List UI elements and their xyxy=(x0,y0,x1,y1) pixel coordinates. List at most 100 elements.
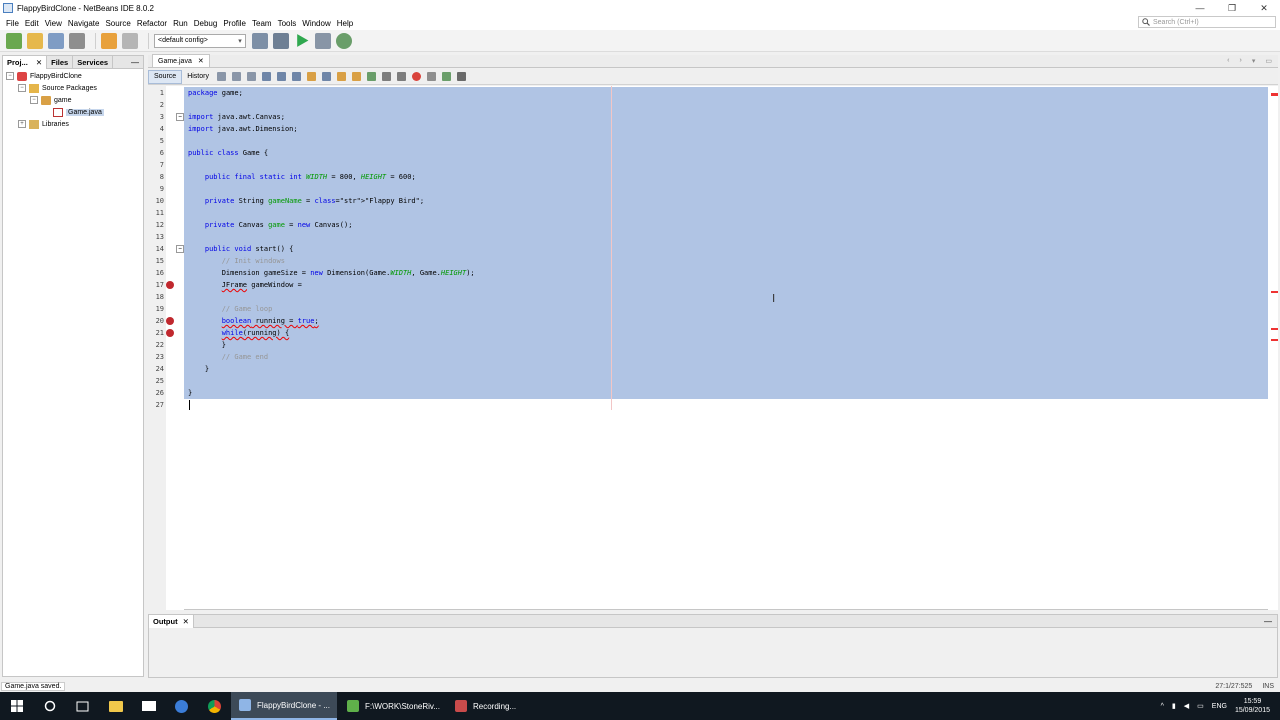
code-line[interactable]: 24 } xyxy=(148,363,1278,375)
taskbar-app-notepad[interactable]: F:\WORK\StoneRiv... xyxy=(339,692,445,720)
error-icon[interactable] xyxy=(166,329,174,337)
menu-debug[interactable]: Debug xyxy=(191,19,221,28)
code-line[interactable]: 18 xyxy=(148,291,1278,303)
file-explorer-icon[interactable] xyxy=(99,692,132,720)
toggle-rectangular-selection-icon[interactable] xyxy=(321,72,331,81)
uncomment-icon[interactable] xyxy=(456,72,466,81)
toggle-bookmark-icon[interactable] xyxy=(366,72,376,81)
code-line[interactable]: 1 package game; xyxy=(148,87,1278,99)
menu-help[interactable]: Help xyxy=(334,19,356,28)
tree-item-project[interactable]: − FlappyBirdClone xyxy=(3,70,143,82)
windows-start-icon[interactable] xyxy=(0,692,33,720)
configuration-select[interactable]: <default config> ▾ xyxy=(154,33,246,48)
code-line[interactable]: 10 private String gameName = class="str"… xyxy=(148,195,1278,207)
menu-navigate[interactable]: Navigate xyxy=(65,19,103,28)
tab-projects[interactable]: Proj... ✕ xyxy=(3,55,48,69)
tree-item-source-packages[interactable]: − Source Packages xyxy=(3,82,143,94)
start-macro-recording-icon[interactable] xyxy=(411,72,421,81)
undo-icon[interactable] xyxy=(101,32,117,49)
last-edit-icon[interactable] xyxy=(216,72,226,81)
close-icon[interactable]: ✕ xyxy=(36,58,42,67)
code-line[interactable]: 22 } xyxy=(148,339,1278,351)
code-line[interactable]: 2 xyxy=(148,99,1278,111)
error-icon[interactable] xyxy=(166,317,174,325)
find-selection-icon[interactable] xyxy=(261,72,271,81)
code-line[interactable]: 26} xyxy=(148,387,1278,399)
close-icon[interactable]: ✕ xyxy=(183,617,189,626)
close-window-button[interactable]: ✕ xyxy=(1248,0,1280,16)
menu-view[interactable]: View xyxy=(42,19,65,28)
input-language[interactable]: ENG xyxy=(1212,703,1227,710)
clean-build-icon[interactable] xyxy=(273,32,289,49)
code-line[interactable]: 6 public class Game { xyxy=(148,147,1278,159)
taskbar-app-netbeans[interactable]: FlappyBirdClone - ... xyxy=(231,692,337,720)
comment-icon[interactable] xyxy=(441,72,451,81)
code-line[interactable]: 5 xyxy=(148,135,1278,147)
code-line[interactable]: 3 − import java.awt.Canvas; xyxy=(148,111,1278,123)
tree-item-libraries[interactable]: + Libraries xyxy=(3,118,143,130)
minimize-output-button[interactable]: — xyxy=(1264,617,1277,626)
next-tab-button[interactable]: › xyxy=(1240,57,1242,65)
debug-project-icon[interactable] xyxy=(315,32,331,49)
redo-icon[interactable] xyxy=(122,32,138,49)
code-line[interactable]: 20 boolean running = true; xyxy=(148,315,1278,327)
collapse-toggle-icon[interactable]: − xyxy=(18,84,26,92)
code-line[interactable]: 27 xyxy=(148,399,1278,411)
menu-refactor[interactable]: Refactor xyxy=(134,19,170,28)
open-project-icon[interactable] xyxy=(48,32,64,49)
tree-item-game-java[interactable]: Game.java xyxy=(3,106,143,118)
toggle-highlight-icon[interactable] xyxy=(306,72,316,81)
new-project-icon[interactable] xyxy=(27,32,43,49)
tree-item-package-game[interactable]: − game xyxy=(3,94,143,106)
forward-icon[interactable] xyxy=(246,72,256,81)
chrome-icon[interactable] xyxy=(198,692,231,720)
error-stripe[interactable] xyxy=(1268,86,1278,610)
taskbar-app-recording[interactable]: Recording... xyxy=(447,692,553,720)
code-line[interactable]: 13 xyxy=(148,231,1278,243)
menu-team[interactable]: Team xyxy=(249,19,275,28)
volume-icon[interactable]: ◀ xyxy=(1184,702,1189,710)
code-line[interactable]: 11 xyxy=(148,207,1278,219)
previous-bookmark-icon[interactable] xyxy=(336,72,346,81)
source-mode-button[interactable]: Source xyxy=(148,69,183,84)
code-line[interactable]: 17 JFrame gameWindow = xyxy=(148,279,1278,291)
stop-macro-recording-icon[interactable] xyxy=(426,72,436,81)
mail-icon[interactable] xyxy=(132,692,165,720)
find-previous-icon[interactable] xyxy=(276,72,286,81)
error-stripe-mark[interactable] xyxy=(1271,339,1278,341)
minimize-panel-button[interactable]: — xyxy=(131,58,143,67)
save-all-icon[interactable] xyxy=(69,32,85,49)
code-line[interactable]: 4 import java.awt.Dimension; xyxy=(148,123,1278,135)
show-hidden-icons-icon[interactable]: ^ xyxy=(1161,703,1164,710)
code-line[interactable]: 15 // Init windows xyxy=(148,255,1278,267)
shift-left-icon[interactable] xyxy=(381,72,391,81)
menu-window[interactable]: Window xyxy=(299,19,333,28)
restore-window-button[interactable]: ❐ xyxy=(1216,0,1248,16)
network-icon[interactable]: ▮ xyxy=(1172,702,1176,710)
code-line[interactable]: 8 public final static int WIDTH = 800, H… xyxy=(148,171,1278,183)
code-line[interactable]: 21 while(running) { xyxy=(148,327,1278,339)
minimize-window-button[interactable]: — xyxy=(1184,0,1216,16)
code-line[interactable]: 19 // Game loop xyxy=(148,303,1278,315)
profile-project-icon[interactable] xyxy=(336,32,352,49)
menu-file[interactable]: File xyxy=(3,19,22,28)
build-project-icon[interactable] xyxy=(252,32,268,49)
run-project-icon[interactable] xyxy=(297,34,309,47)
code-line[interactable]: 16 Dimension gameSize = new Dimension(Ga… xyxy=(148,267,1278,279)
new-file-icon[interactable] xyxy=(6,32,22,49)
prev-tab-button[interactable]: ‹ xyxy=(1227,57,1229,65)
menu-run[interactable]: Run xyxy=(170,19,191,28)
code-line[interactable]: 23 // Game end xyxy=(148,351,1278,363)
back-icon[interactable] xyxy=(231,72,241,81)
menu-profile[interactable]: Profile xyxy=(220,19,249,28)
find-next-icon[interactable] xyxy=(291,72,301,81)
error-stripe-mark[interactable] xyxy=(1271,291,1278,293)
tab-files[interactable]: Files xyxy=(47,55,74,69)
maximize-editor-button[interactable]: ▭ xyxy=(1265,57,1272,65)
error-stripe-mark[interactable] xyxy=(1271,328,1278,330)
code-line[interactable]: 9 xyxy=(148,183,1278,195)
task-view-icon[interactable] xyxy=(66,692,99,720)
cortana-search-icon[interactable] xyxy=(33,692,66,720)
tab-services[interactable]: Services xyxy=(73,55,114,69)
menu-source[interactable]: Source xyxy=(102,19,133,28)
